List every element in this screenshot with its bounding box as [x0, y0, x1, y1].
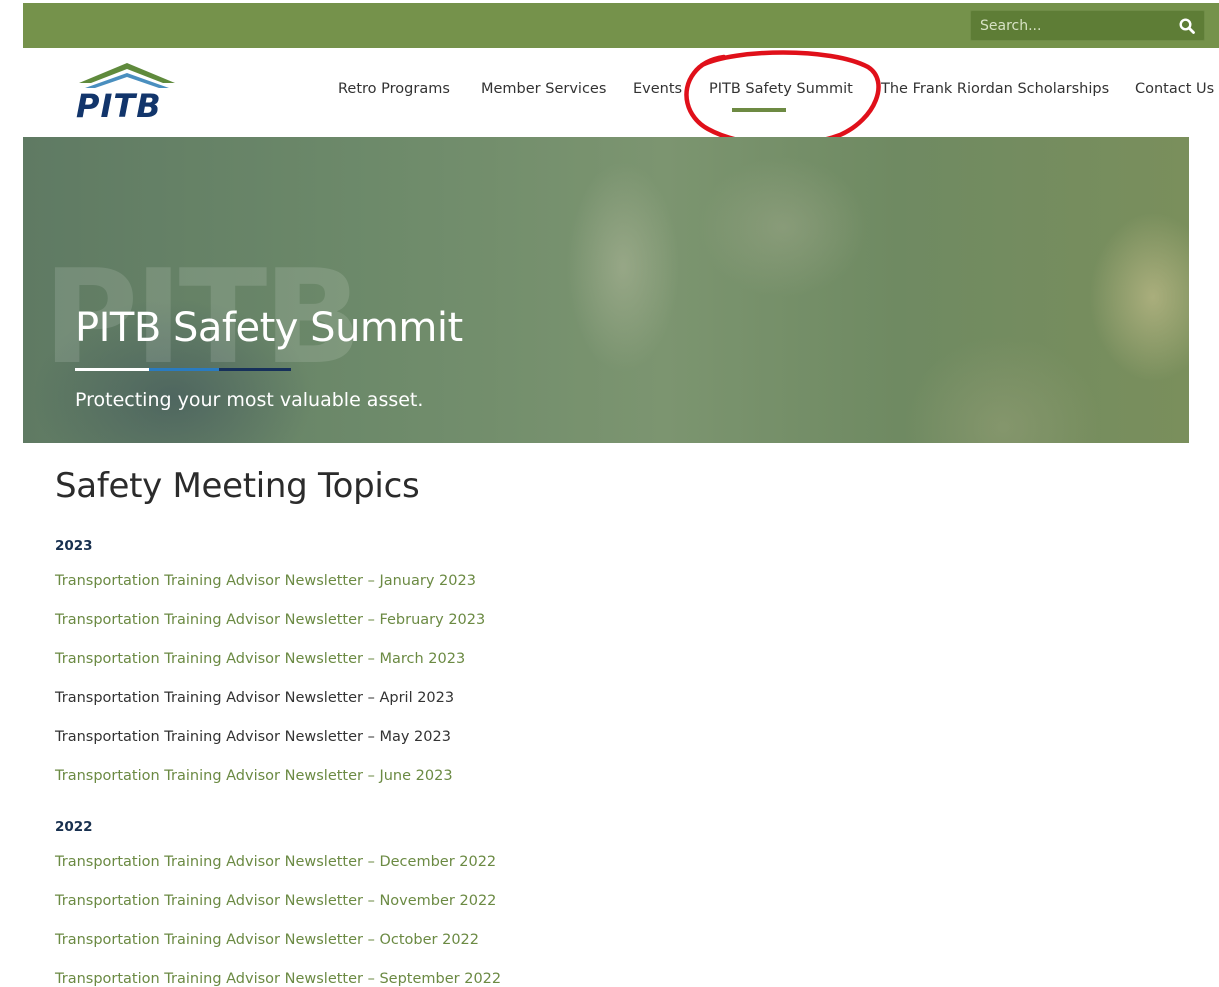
newsletter-link[interactable]: Transportation Training Advisor Newslett… [55, 729, 451, 745]
nav-item-pitb-safety-summit[interactable]: PITB Safety Summit [709, 81, 853, 97]
logo-text: PITB [76, 87, 162, 125]
hero-title: PITB Safety Summit [75, 305, 463, 351]
newsletter-link[interactable]: Transportation Training Advisor Newslett… [55, 573, 476, 589]
search-input[interactable] [971, 11, 1175, 40]
nav-item-contact-us[interactable]: Contact Us [1135, 81, 1214, 97]
newsletter-link[interactable]: Transportation Training Advisor Newslett… [55, 768, 453, 784]
newsletter-link[interactable]: Transportation Training Advisor Newslett… [55, 932, 479, 948]
hero-accent-bar-white [75, 368, 149, 371]
hero-accent-bar-blue [149, 368, 219, 371]
newsletter-link[interactable]: Transportation Training Advisor Newslett… [55, 893, 496, 909]
page-heading: Safety Meeting Topics [55, 466, 420, 506]
newsletter-link[interactable]: Transportation Training Advisor Newslett… [55, 612, 485, 628]
newsletter-link[interactable]: Transportation Training Advisor Newslett… [55, 651, 465, 667]
hero-banner: PITB PITB Safety Summit Protecting your … [23, 137, 1189, 443]
year-heading-2022: 2022 [55, 819, 93, 835]
nav-item-events[interactable]: Events [633, 81, 682, 97]
newsletter-link[interactable]: Transportation Training Advisor Newslett… [55, 854, 496, 870]
year-heading-2023: 2023 [55, 538, 93, 554]
newsletter-link[interactable]: Transportation Training Advisor Newslett… [55, 971, 501, 987]
newsletter-link[interactable]: Transportation Training Advisor Newslett… [55, 690, 454, 706]
top-bar [23, 3, 1219, 48]
nav-item-frank-riordan-scholarships[interactable]: The Frank Riordan Scholarships [881, 81, 1109, 97]
search-icon [1179, 17, 1195, 34]
site-logo[interactable]: PITB [75, 61, 179, 125]
nav-active-indicator [732, 108, 786, 112]
hero-accent-bar-navy [219, 368, 291, 371]
nav-item-member-services[interactable]: Member Services [481, 81, 606, 97]
search-box [970, 10, 1205, 41]
site-header: PITB Retro Programs Member Services Even… [23, 48, 1219, 137]
search-button[interactable] [1170, 11, 1204, 40]
hero-subtitle: Protecting your most valuable asset. [75, 389, 424, 411]
nav-item-retro-programs[interactable]: Retro Programs [338, 81, 450, 97]
